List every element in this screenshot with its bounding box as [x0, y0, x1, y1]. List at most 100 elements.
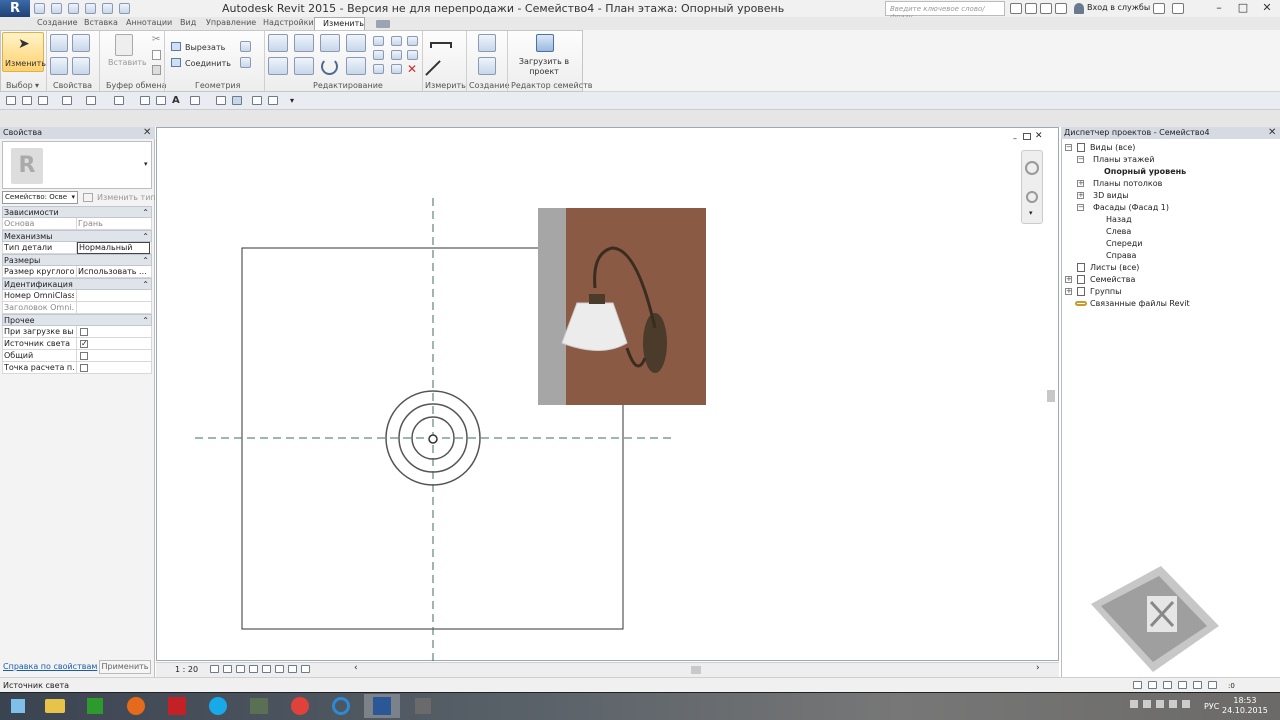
filter-icon[interactable]	[1208, 681, 1217, 689]
temp-hide-icon[interactable]	[288, 665, 297, 673]
taskbar-firefox[interactable]	[118, 694, 154, 718]
expand-ceiling-plans-icon[interactable]: +	[1077, 180, 1084, 187]
delete-icon[interactable]: ✕	[407, 62, 417, 76]
collapse-elevations-icon[interactable]: −	[1077, 204, 1084, 211]
cut-geometry-label[interactable]: Вырезать	[185, 43, 225, 52]
split-icon[interactable]	[373, 36, 384, 46]
subscription-icon[interactable]	[1025, 3, 1037, 14]
property-value[interactable]: Использовать ...	[78, 267, 151, 276]
modify-button[interactable]: ➤ Изменить	[2, 32, 46, 72]
redo-small-icon[interactable]	[86, 96, 96, 105]
login-label[interactable]: Вход в службы	[1087, 3, 1150, 12]
taskbar-ie[interactable]	[323, 694, 359, 718]
tab-addins[interactable]: Надстройки	[263, 18, 314, 27]
taskbar-autocad[interactable]	[159, 694, 195, 718]
rotate-icon[interactable]	[321, 58, 338, 75]
select-dropdown-icon[interactable]: ▾	[35, 81, 39, 90]
design-options-icon[interactable]	[1148, 681, 1157, 689]
cut-icon[interactable]: ✂	[152, 34, 160, 45]
detail-level-icon[interactable]	[210, 665, 219, 673]
tree-ceiling-plans[interactable]: Планы потолков	[1093, 179, 1162, 188]
family-category-icon[interactable]	[50, 34, 68, 52]
minimize-button[interactable]: –	[1208, 0, 1230, 16]
calc-point-checkbox[interactable]	[80, 364, 88, 372]
tree-elevation-back[interactable]: Назад	[1106, 215, 1132, 224]
properties-icon[interactable]	[50, 57, 68, 75]
expand-families-icon[interactable]: +	[1065, 276, 1072, 283]
group-other[interactable]: Прочее ⌃	[2, 314, 152, 326]
thin-lines-icon[interactable]	[232, 96, 242, 105]
tab-manage[interactable]: Управление	[206, 18, 256, 27]
horizontal-scrollbar[interactable]: ‹ ›	[354, 663, 1044, 674]
sun-path-icon[interactable]	[236, 665, 245, 673]
load-into-project-icon[interactable]	[536, 34, 554, 52]
worksets-icon[interactable]	[1133, 681, 1142, 689]
scroll-right-icon[interactable]: ›	[1036, 663, 1040, 673]
taskbar-app[interactable]	[241, 694, 277, 718]
copy-element-icon[interactable]	[294, 57, 314, 75]
split-gap-icon[interactable]	[391, 36, 402, 46]
array-grid-icon[interactable]	[373, 64, 384, 74]
input-language[interactable]: РУС	[1204, 702, 1219, 711]
drawing-area[interactable]: – ✕ ▾	[156, 127, 1060, 662]
close-button[interactable]: ✕	[1256, 0, 1278, 16]
match-properties-icon[interactable]	[152, 65, 161, 75]
exchange-icon[interactable]	[1153, 3, 1165, 14]
align-icon[interactable]	[268, 34, 288, 52]
nav-dropdown-icon[interactable]: ▾	[1029, 209, 1033, 217]
group-identity[interactable]: Идентификация ⌃	[2, 278, 152, 290]
text-small-icon[interactable]: A	[172, 95, 180, 106]
floor-plan-view[interactable]	[157, 128, 1060, 662]
open-small-icon[interactable]	[6, 96, 16, 105]
mirror-draw-icon[interactable]	[346, 34, 366, 52]
switch-windows-icon[interactable]	[268, 96, 278, 105]
tree-groups[interactable]: Группы	[1090, 287, 1121, 296]
family-types-icon[interactable]	[72, 34, 90, 52]
tree-families[interactable]: Семейства	[1090, 275, 1135, 284]
tree-floor-plans[interactable]: Планы этажей	[1093, 155, 1154, 164]
scroll-left-icon[interactable]: ‹	[354, 663, 358, 673]
select-panel-label[interactable]: Выбор	[6, 81, 33, 90]
group-icon[interactable]	[391, 64, 402, 74]
user-icon[interactable]	[1074, 3, 1084, 14]
unpin-icon[interactable]	[407, 36, 418, 46]
shared-checkbox[interactable]	[80, 352, 88, 360]
measure-icon[interactable]	[102, 3, 113, 14]
light-source-checkbox[interactable]: ✓	[80, 340, 88, 348]
tree-elevation-front[interactable]: Спереди	[1106, 239, 1142, 248]
paint-icon[interactable]	[240, 57, 251, 68]
redo-icon[interactable]	[85, 3, 96, 14]
edit-type-icon[interactable]	[83, 193, 93, 202]
expand-groups-icon[interactable]: +	[1065, 288, 1072, 295]
flag-icon[interactable]	[1182, 700, 1190, 708]
collapse-icon[interactable]: ⌃	[142, 316, 149, 325]
visual-style-icon[interactable]	[223, 665, 232, 673]
text-icon[interactable]	[119, 3, 130, 14]
vertical-scrollbar[interactable]	[1046, 127, 1057, 661]
taskbar-mail[interactable]	[282, 694, 318, 718]
tree-views-all[interactable]: Виды (все)	[1090, 143, 1135, 152]
taskbar-store[interactable]	[77, 694, 113, 718]
binoculars-icon[interactable]	[1010, 3, 1022, 14]
tab-create[interactable]: Создание	[37, 18, 78, 27]
tree-sheets[interactable]: Листы (все)	[1090, 263, 1139, 272]
type-dropdown-icon[interactable]: ▾	[144, 160, 148, 168]
collapse-floor-plans-icon[interactable]: −	[1077, 156, 1084, 163]
select-underlay-icon[interactable]	[1178, 681, 1187, 689]
tree-revit-links[interactable]: Связанные файлы Revit	[1090, 299, 1190, 308]
select-pinned-icon[interactable]	[1193, 681, 1202, 689]
pin-icon[interactable]	[407, 50, 418, 60]
copy-icon[interactable]	[152, 50, 161, 60]
help-icon[interactable]	[1172, 3, 1184, 14]
cut-geometry-icon[interactable]	[171, 42, 181, 51]
type-selector[interactable]: R ▾	[2, 141, 152, 189]
crop-view-icon[interactable]	[262, 665, 271, 673]
undo-small-icon[interactable]	[62, 96, 72, 105]
view-close-icon[interactable]: ✕	[1035, 131, 1043, 141]
hscroll-thumb[interactable]	[691, 666, 701, 674]
load-into-project-button[interactable]: Загрузить в проект	[513, 57, 575, 77]
collapse-icon[interactable]: ⌃	[142, 280, 149, 289]
steering-wheel-icon[interactable]	[1025, 161, 1039, 175]
group-constraints[interactable]: Зависимости ⌃	[2, 206, 152, 218]
print-icon[interactable]	[114, 96, 124, 105]
